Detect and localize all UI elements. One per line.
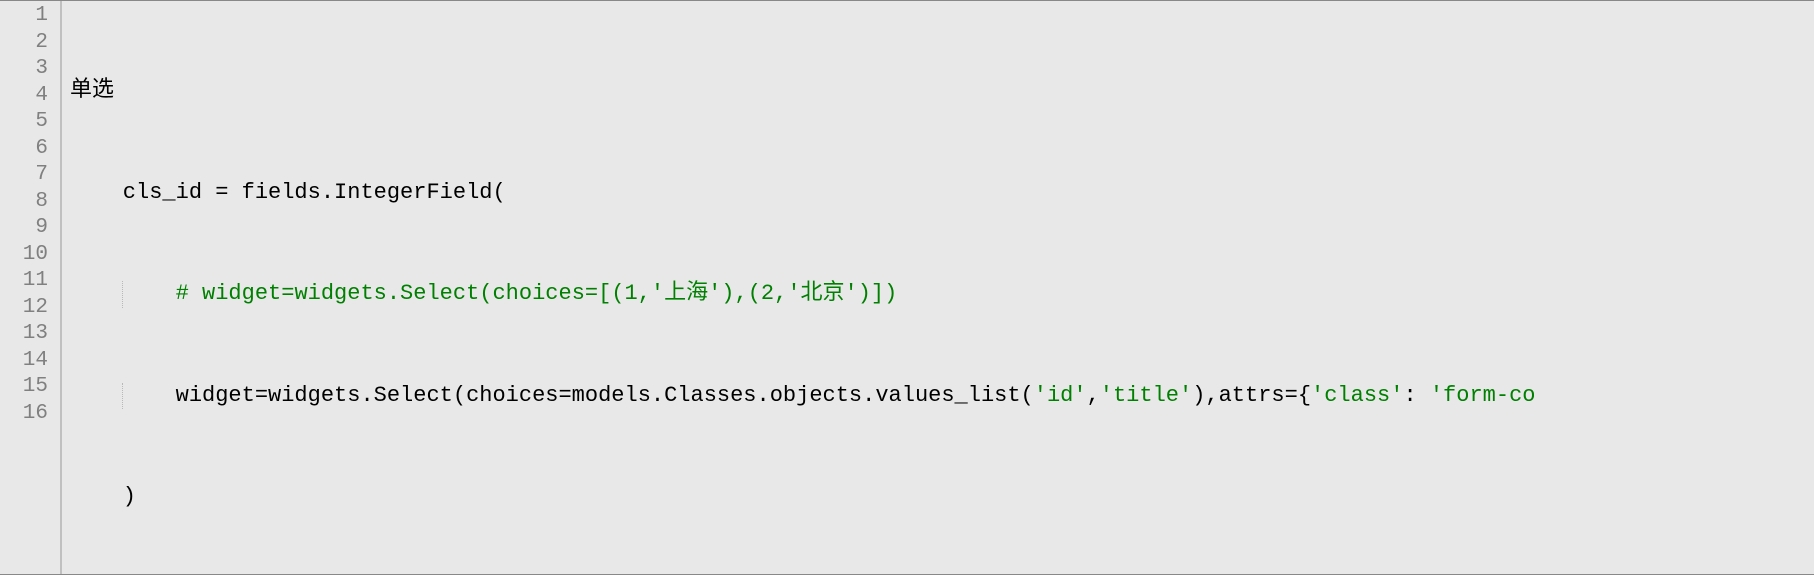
- code-text: widget=widgets.Select(choices=models.Cla…: [70, 383, 1034, 408]
- line-number: 12: [0, 295, 60, 322]
- string-text: 'form-co: [1430, 383, 1536, 408]
- code-text: ,: [1087, 383, 1100, 408]
- code-line[interactable]: ): [62, 484, 1814, 511]
- comment-text: # widget=widgets.Select(choices=[(1,'上海'…: [176, 281, 898, 306]
- code-area[interactable]: 单选 cls_id = fields.IntegerField( # widge…: [62, 1, 1814, 574]
- line-number: 11: [0, 268, 60, 295]
- code-text: :: [1403, 383, 1429, 408]
- code-line[interactable]: widget=widgets.Select(choices=models.Cla…: [62, 383, 1814, 410]
- line-number: 15: [0, 374, 60, 401]
- code-text: ): [70, 484, 136, 509]
- code-text: ),attrs={: [1192, 383, 1311, 408]
- line-number: 9: [0, 215, 60, 242]
- line-number-gutter: 1 2 3 4 5 6 7 8 9 10 11 12 13 14 15 16: [0, 1, 62, 574]
- string-text: 'id': [1034, 383, 1087, 408]
- indent-guide: [122, 383, 123, 410]
- code-text: cls_id = fields.IntegerField(: [70, 180, 506, 205]
- line-number: 6: [0, 136, 60, 163]
- line-number: 10: [0, 242, 60, 269]
- code-text: 单选: [70, 78, 114, 103]
- code-line[interactable]: 单选: [62, 78, 1814, 105]
- string-text: 'class': [1311, 383, 1403, 408]
- line-number: 3: [0, 56, 60, 83]
- line-number: 4: [0, 83, 60, 110]
- line-number: 7: [0, 162, 60, 189]
- line-number: 2: [0, 30, 60, 57]
- line-number: 16: [0, 401, 60, 428]
- line-number: 14: [0, 348, 60, 375]
- line-number: 1: [0, 3, 60, 30]
- indent-guide: [122, 281, 123, 308]
- line-number: 13: [0, 321, 60, 348]
- code-editor[interactable]: 1 2 3 4 5 6 7 8 9 10 11 12 13 14 15 16 单…: [0, 0, 1814, 575]
- line-number: 8: [0, 189, 60, 216]
- line-number: 5: [0, 109, 60, 136]
- string-text: 'title': [1100, 383, 1192, 408]
- code-line[interactable]: cls_id = fields.IntegerField(: [62, 180, 1814, 207]
- code-line[interactable]: # widget=widgets.Select(choices=[(1,'上海'…: [62, 281, 1814, 308]
